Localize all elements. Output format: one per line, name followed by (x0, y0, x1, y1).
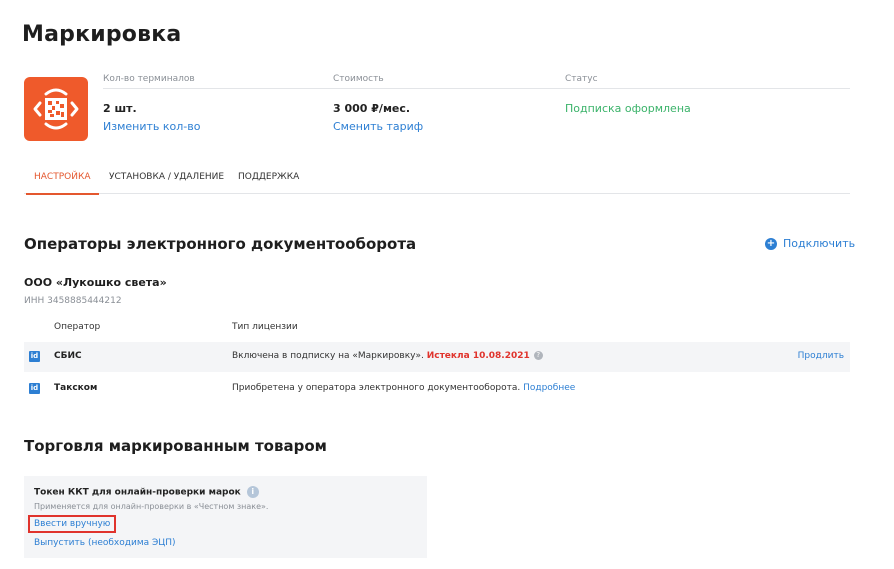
token-description: Применяется для онлайн-проверки в «Честн… (34, 502, 269, 511)
id-badge-icon: id (29, 351, 40, 362)
terminals-column: Кол-во терминалов 2 шт. Изменить кол-во (103, 74, 200, 134)
trade-section-title: Торговля маркированным товаром (24, 437, 327, 455)
more-link[interactable]: Подробнее (523, 383, 575, 393)
id-badge-icon: id (29, 383, 40, 394)
summary-divider (103, 88, 850, 89)
operator-name: Такском (54, 383, 98, 393)
issue-token-link[interactable]: Выпустить (необходима ЭЦП) (34, 538, 176, 548)
operator-row-sbis: id СБИС Включена в подписку на «Маркиров… (24, 342, 850, 372)
tab-support[interactable]: ПОДДЕРЖКА (238, 172, 299, 194)
tab-install-remove[interactable]: УСТАНОВКА / УДАЛЕНИЕ (109, 172, 224, 194)
company-name: ООО «Лукошко света» (24, 276, 167, 289)
operator-name: СБИС (54, 351, 82, 361)
connect-button[interactable]: + Подключить (765, 237, 855, 250)
question-icon[interactable]: ? (533, 351, 543, 360)
column-header-license: Тип лицензии (232, 322, 298, 332)
cost-label: Стоимость (333, 74, 384, 84)
license-type: Приобретена у оператора электронного док… (232, 383, 575, 393)
edo-section-title: Операторы электронного документооборота (24, 235, 417, 253)
operator-row-taxcom: id Такском Приобретена у оператора элект… (24, 374, 850, 404)
terminals-label: Кол-во терминалов (103, 74, 195, 84)
change-terminals-link[interactable]: Изменить кол-во (103, 120, 200, 133)
change-tariff-link[interactable]: Сменить тариф (333, 120, 423, 133)
extend-link[interactable]: Продлить (798, 351, 844, 361)
license-type: Включена в подписку на «Маркировку». Ист… (232, 351, 543, 361)
tab-settings[interactable]: НАСТРОЙКА (26, 172, 98, 195)
cost-column: Стоимость 3 000 ₽/мес. Сменить тариф (333, 74, 423, 134)
token-title-text: Токен ККТ для онлайн-проверки марок (34, 487, 241, 498)
token-card: Токен ККТ для онлайн-проверки марок i При… (24, 476, 427, 558)
tabs-bar: НАСТРОЙКА УСТАНОВКА / УДАЛЕНИЕ ПОДДЕРЖКА (24, 172, 850, 195)
status-label: Статус (565, 74, 598, 84)
token-title: Токен ККТ для онлайн-проверки марок i (34, 486, 259, 498)
status-column: Статус Подписка оформлена (565, 74, 691, 115)
connect-label: Подключить (783, 237, 856, 250)
info-icon[interactable]: i (246, 486, 259, 498)
status-value: Подписка оформлена (565, 102, 691, 115)
company-inn: ИНН 3458885444212 (24, 296, 122, 306)
terminals-value: 2 шт. (103, 102, 137, 115)
column-header-operator: Оператор (54, 322, 101, 332)
license-expired: Истекла 10.08.2021 (426, 351, 530, 361)
license-text: Приобретена у оператора электронного док… (232, 383, 521, 393)
enter-manually-link[interactable]: Ввести вручную (28, 515, 117, 533)
plus-circle-icon: + (765, 237, 777, 250)
marking-logo-icon (24, 77, 88, 141)
cost-value: 3 000 ₽/мес. (333, 102, 411, 115)
page-title: Маркировка (22, 22, 182, 47)
license-text: Включена в подписку на «Маркировку». (232, 351, 424, 361)
